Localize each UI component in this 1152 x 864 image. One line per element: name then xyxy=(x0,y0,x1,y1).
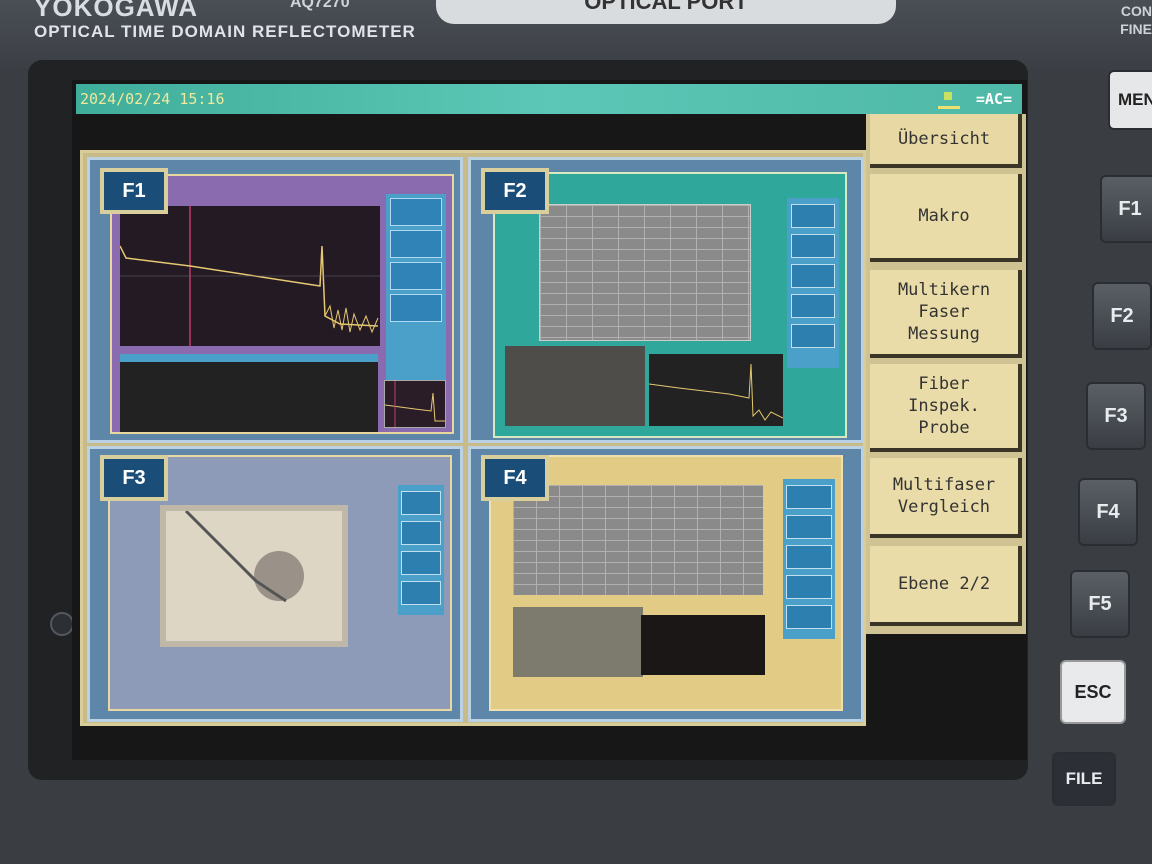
otdr-trace-graph xyxy=(119,206,380,346)
f1-button[interactable]: F1 xyxy=(1100,175,1152,243)
f3-side-button xyxy=(401,551,441,575)
f2-side-button xyxy=(791,234,835,258)
softkey-multicore-measure[interactable]: Multikern Faser Messung xyxy=(870,270,1022,358)
side-label: CON FINE xyxy=(1120,3,1152,37)
datetime-display: 2024/02/24 15:16 xyxy=(80,90,225,108)
f2-side-button xyxy=(791,264,835,288)
softkey-fiber-inspection[interactable]: Fiber Inspek. Probe xyxy=(870,364,1022,452)
file-button[interactable]: FILE xyxy=(1052,752,1116,806)
otdr-trace-plot xyxy=(119,206,380,346)
f1-side-button xyxy=(390,294,442,322)
f3-side-button xyxy=(401,581,441,605)
power-icon xyxy=(938,90,960,109)
f3-side-button xyxy=(401,521,441,545)
f4-side-button xyxy=(786,515,832,539)
f2-side-button xyxy=(791,204,835,228)
f4-side-menu xyxy=(783,479,835,639)
f2-badge: F2 xyxy=(481,168,549,214)
mini-trace-graph xyxy=(384,381,445,427)
softkey-menu: Übersicht Makro Multikern Faser Messung … xyxy=(866,114,1026,634)
f3-button[interactable]: F3 xyxy=(1086,382,1146,450)
scratch-mark xyxy=(184,511,287,603)
f1-side-button xyxy=(390,230,442,258)
model-label: AQ7270 xyxy=(290,0,350,11)
f2-info-panel xyxy=(505,346,645,426)
power-source-label: =AC= xyxy=(975,90,1012,108)
f4-side-button xyxy=(786,485,832,509)
f1-mini-trace xyxy=(384,380,446,428)
f2-side-menu xyxy=(787,198,839,368)
display-screen: 2024/02/24 15:16 =AC= F1 F2 F3 F4 Übersi… xyxy=(72,80,1027,760)
f2-button[interactable]: F2 xyxy=(1092,282,1152,350)
f4-side-button xyxy=(786,575,832,599)
f4-side-button xyxy=(786,545,832,569)
f1-side-button xyxy=(390,198,442,226)
device-subtitle: OPTICAL TIME DOMAIN REFLECTOMETER xyxy=(34,22,416,41)
softkey-multifiber-compare[interactable]: Multifaser Vergleich xyxy=(870,458,1022,538)
softkey-level[interactable]: Ebene 2/2 xyxy=(870,546,1022,626)
f2-side-button xyxy=(791,324,835,348)
f2-trace xyxy=(648,354,784,426)
softkey-overview[interactable]: Übersicht xyxy=(870,114,1022,168)
screw-icon xyxy=(50,612,74,636)
f4-side-button xyxy=(786,605,832,629)
f3-side-button xyxy=(401,491,441,515)
status-bar: 2024/02/24 15:16 =AC= xyxy=(76,84,1022,114)
fiber-endface-image xyxy=(160,505,348,647)
f3-side-menu xyxy=(398,485,444,615)
softkey-macro[interactable]: Makro xyxy=(870,174,1022,262)
brand-logo: YOKOGAWA xyxy=(34,0,199,22)
quadrant-f2[interactable]: F2 xyxy=(468,157,864,443)
function-overview: F1 F2 F3 F4 xyxy=(80,150,866,726)
quadrant-f4[interactable]: F4 xyxy=(468,446,864,722)
quadrant-f3[interactable]: F3 xyxy=(87,446,463,722)
compare-grid xyxy=(513,485,763,595)
f4-info-panel xyxy=(513,607,643,677)
f1-side-button xyxy=(390,262,442,290)
f2-trace-graph xyxy=(648,363,784,421)
fiber-number-grid xyxy=(539,204,751,341)
optical-port-label: OPTICAL PORT xyxy=(436,0,896,24)
f2-side-button xyxy=(791,294,835,318)
f3-badge: F3 xyxy=(100,455,168,501)
f4-button[interactable]: F4 xyxy=(1078,478,1138,546)
menu-button[interactable]: MEN xyxy=(1108,70,1152,130)
esc-button[interactable]: ESC xyxy=(1060,660,1126,724)
f4-badge: F4 xyxy=(481,455,549,501)
f1-badge: F1 xyxy=(100,168,168,214)
f4-trace-area xyxy=(641,615,765,675)
f1-parameter-table xyxy=(120,354,378,432)
f5-button[interactable]: F5 xyxy=(1070,570,1130,638)
quadrant-f1[interactable]: F1 xyxy=(87,157,463,443)
